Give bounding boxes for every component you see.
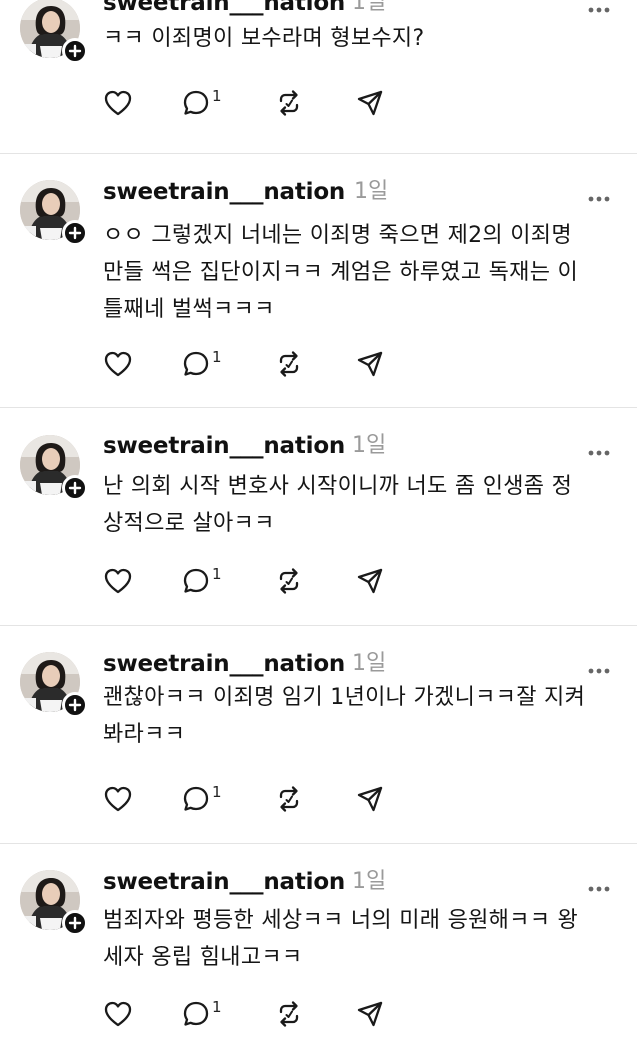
post-body-line: 봐라ㅋㅋ	[103, 722, 186, 747]
repost-icon	[274, 88, 304, 118]
avatar[interactable]	[20, 652, 88, 718]
more-horizontal-icon[interactable]	[587, 660, 611, 674]
follow-button[interactable]	[62, 475, 88, 501]
plus-icon	[68, 916, 82, 930]
like-button[interactable]	[103, 565, 133, 597]
reply-button[interactable]: 1	[181, 348, 222, 380]
heart-icon	[103, 999, 133, 1029]
plus-icon	[68, 481, 82, 495]
send-icon	[355, 566, 385, 596]
reply-count: 1	[212, 998, 222, 1016]
follow-button[interactable]	[62, 220, 88, 246]
repost-button[interactable]	[274, 348, 304, 380]
like-button[interactable]	[103, 998, 133, 1030]
post-time: 1일	[352, 869, 387, 894]
repost-button[interactable]	[274, 783, 304, 815]
more-horizontal-icon[interactable]	[587, 188, 611, 202]
repost-icon	[274, 999, 304, 1029]
reply-button[interactable]: 1	[181, 565, 222, 597]
plus-icon	[68, 226, 82, 240]
avatar[interactable]	[20, 180, 88, 246]
more-horizontal-icon[interactable]	[587, 0, 611, 13]
heart-icon	[103, 349, 133, 379]
heart-icon	[103, 784, 133, 814]
reply-count: 1	[212, 87, 222, 105]
thread-post[interactable]: sweetrain___nation 1일괜찮아ㅋㅋ 이죄명 임기 1년이나 가겠…	[0, 626, 637, 844]
reply-bubble-icon	[181, 88, 211, 118]
share-button[interactable]	[355, 348, 385, 380]
share-button[interactable]	[355, 998, 385, 1030]
follow-button[interactable]	[62, 910, 88, 936]
post-body-line: ㅋㅋ 이죄명이 보수라며 형보수지?	[103, 26, 425, 51]
reply-button[interactable]: 1	[181, 783, 222, 815]
share-button[interactable]	[355, 783, 385, 815]
more-horizontal-icon[interactable]	[587, 878, 611, 892]
like-button[interactable]	[103, 87, 133, 119]
send-icon	[355, 88, 385, 118]
thread-post[interactable]: sweetrain___nation 1일 ㅋㅋ 이죄명이 보수라며 형보수지? 1	[0, 0, 637, 154]
reply-bubble-icon	[181, 999, 211, 1029]
send-icon	[355, 784, 385, 814]
reply-count: 1	[212, 348, 222, 366]
share-button[interactable]	[355, 87, 385, 119]
more-horizontal-icon[interactable]	[587, 442, 611, 456]
post-body: ㅇㅇ 그렇겠지 너네는 이죄명 죽으면 제2의 이죄명만들 썩은 집단이지ㅋㅋ …	[103, 217, 613, 328]
post-body-line: 만들 썩은 집단이지ㅋㅋ 계엄은 하루였고 독재는 이	[103, 260, 579, 285]
post-body: ㅋㅋ 이죄명이 보수라며 형보수지?	[103, 20, 613, 57]
post-body: 범죄자와 평등한 세상ㅋㅋ 너의 미래 응원해ㅋㅋ 왕세자 옹립 힘내고ㅋㅋ	[103, 902, 613, 976]
thread-post[interactable]: sweetrain___nation 1일난 의회 시작 변호사 시작이니까 너도…	[0, 408, 637, 626]
follow-button[interactable]	[62, 38, 88, 64]
heart-icon	[103, 566, 133, 596]
reply-bubble-icon	[181, 784, 211, 814]
reply-button[interactable]: 1	[181, 87, 222, 119]
post-body: 난 의회 시작 변호사 시작이니까 너도 좀 인생좀 정상적으로 살아ㅋㅋ	[103, 468, 613, 542]
username[interactable]: sweetrain___nation	[103, 0, 345, 18]
avatar[interactable]	[20, 0, 88, 64]
post-body-line: 상적으로 살아ㅋㅋ	[103, 511, 275, 536]
post-body-line: 틀째네 벌썩ㅋㅋㅋ	[103, 297, 275, 322]
share-button[interactable]	[355, 565, 385, 597]
post-body-line: 범죄자와 평등한 세상ㅋㅋ 너의 미래 응원해ㅋㅋ 왕	[103, 908, 579, 933]
plus-icon	[68, 698, 82, 712]
repost-icon	[274, 349, 304, 379]
repost-button[interactable]	[274, 87, 304, 119]
reply-count: 1	[212, 565, 222, 583]
post-body-line: ㅇㅇ 그렇겠지 너네는 이죄명 죽으면 제2의 이죄명	[103, 223, 572, 248]
send-icon	[355, 349, 385, 379]
like-button[interactable]	[103, 348, 133, 380]
avatar[interactable]	[20, 435, 88, 501]
repost-button[interactable]	[274, 565, 304, 597]
thread-post[interactable]: sweetrain___nation 1일 ㅇㅇ 그렇겠지 너네는 이죄명 죽으면 …	[0, 154, 637, 408]
username[interactable]: sweetrain___nation	[103, 867, 345, 897]
post-body-line: 괜찮아ㅋㅋ 이죄명 임기 1년이나 가겠니ㅋㅋ잘 지켜	[103, 685, 586, 710]
reply-button[interactable]: 1	[181, 998, 222, 1030]
post-body-line: 세자 옹립 힘내고ㅋㅋ	[103, 945, 303, 970]
post-body-line: 난 의회 시작 변호사 시작이니까 너도 좀 인생좀 정	[103, 474, 573, 499]
follow-button[interactable]	[62, 692, 88, 718]
post-time: 1일	[352, 433, 387, 458]
post-body: 괜찮아ㅋㅋ 이죄명 임기 1년이나 가겠니ㅋㅋ잘 지켜봐라ㅋㅋ	[103, 679, 613, 753]
username[interactable]: sweetrain___nation	[103, 649, 345, 679]
like-button[interactable]	[103, 783, 133, 815]
post-time: 1일	[354, 179, 389, 204]
reply-bubble-icon	[181, 566, 211, 596]
post-time: 1일	[352, 0, 387, 15]
repost-icon	[274, 784, 304, 814]
send-icon	[355, 999, 385, 1029]
thread-post[interactable]: sweetrain___nation 1일범죄자와 평등한 세상ㅋㅋ 너의 미래 …	[0, 844, 637, 1044]
username[interactable]: sweetrain___nation	[103, 177, 345, 207]
reply-bubble-icon	[181, 349, 211, 379]
avatar[interactable]	[20, 870, 88, 936]
repost-button[interactable]	[274, 998, 304, 1030]
post-time: 1일	[352, 651, 387, 676]
reply-count: 1	[212, 783, 222, 801]
repost-icon	[274, 566, 304, 596]
username[interactable]: sweetrain___nation	[103, 431, 345, 461]
plus-icon	[68, 44, 82, 58]
heart-icon	[103, 88, 133, 118]
